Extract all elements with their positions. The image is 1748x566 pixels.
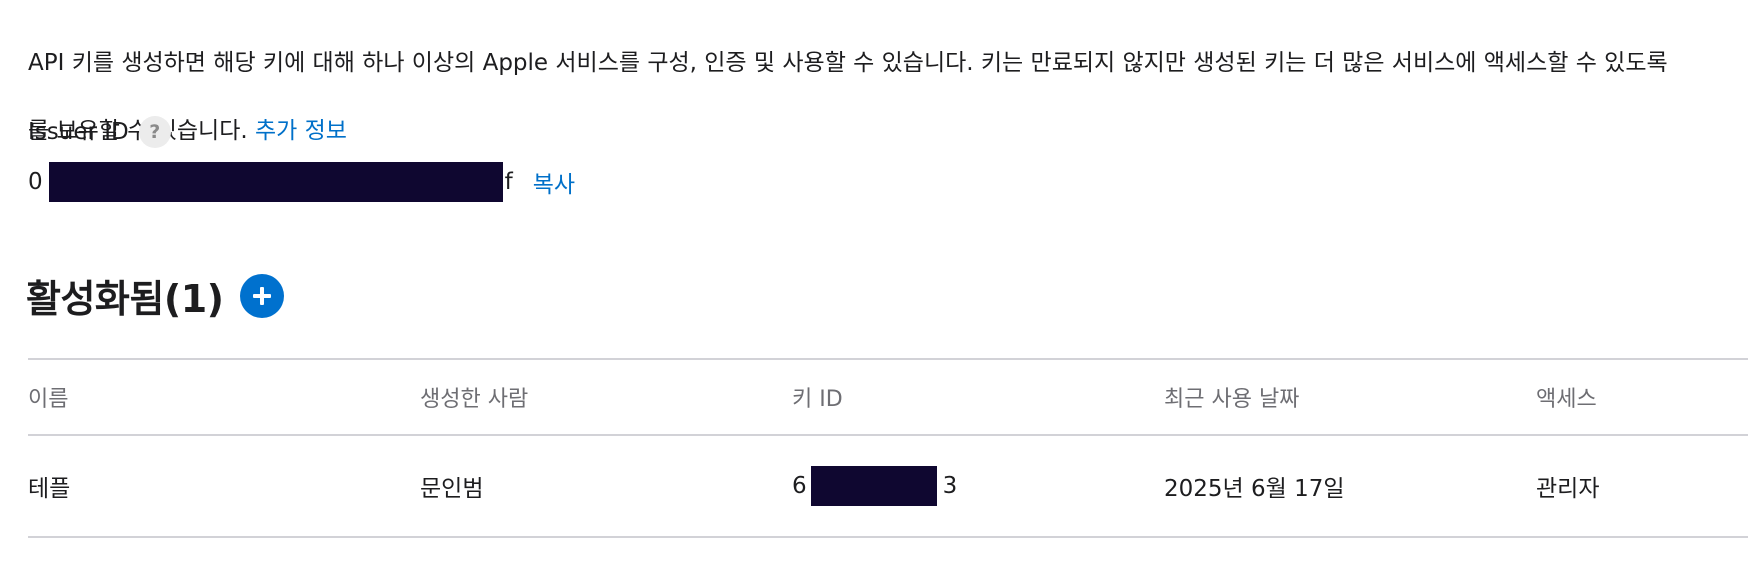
- description-line-2: 를 보유할 수 있습니다. 추가 정보: [28, 114, 1748, 148]
- key-creator: 문인범: [420, 476, 484, 502]
- issuer-id-suffix: f: [504, 169, 513, 195]
- table-row[interactable]: 테플 문인범 6 3 2025년 6월 17일 관리자: [28, 436, 1748, 536]
- column-header-access[interactable]: 액세스: [1536, 381, 1597, 413]
- table-bottom-divider: [28, 536, 1748, 538]
- column-header-created-by[interactable]: 생성한 사람: [420, 381, 528, 413]
- table-header: 이름 생성한 사람 키 ID 최근 사용 날짜 액세스: [28, 360, 1748, 434]
- issuer-id-label: Issuer ID: [28, 119, 129, 145]
- key-access: 관리자: [1536, 476, 1600, 502]
- column-header-key-id[interactable]: 키 ID: [792, 381, 843, 413]
- more-info-link[interactable]: 추가 정보: [255, 118, 347, 144]
- api-keys-page: API 키를 생성하면 해당 키에 대해 하나 이상의 Apple 서비스를 구…: [0, 0, 1748, 566]
- redacted-key-id: [810, 466, 937, 506]
- active-keys-header: 활성화됨(1): [26, 268, 284, 323]
- column-header-last-used[interactable]: 최근 사용 날짜: [1164, 381, 1299, 413]
- help-icon[interactable]: ?: [138, 116, 171, 148]
- issuer-id-value: 0 f 복사: [28, 162, 575, 202]
- api-key-description: API 키를 생성하면 해당 키에 대해 하나 이상의 Apple 서비스를 구…: [28, 12, 1748, 182]
- column-header-name[interactable]: 이름: [28, 381, 68, 413]
- key-id: 6 3: [792, 466, 957, 506]
- add-key-button[interactable]: [239, 273, 284, 318]
- key-id-prefix: 6: [792, 473, 807, 499]
- plus-icon: [252, 286, 271, 305]
- active-keys-title: 활성화됨(1): [26, 277, 224, 321]
- key-last-used: 2025년 6월 17일: [1164, 476, 1345, 502]
- key-name[interactable]: 테플: [28, 469, 70, 503]
- copy-button[interactable]: 복사: [533, 165, 575, 199]
- description-line-1: API 키를 생성하면 해당 키에 대해 하나 이상의 Apple 서비스를 구…: [28, 50, 1668, 76]
- key-id-suffix: 3: [942, 473, 958, 499]
- issuer-id-header: Issuer ID ?: [28, 116, 171, 148]
- redacted-issuer-id: [48, 162, 503, 202]
- issuer-id-prefix: 0: [28, 169, 43, 195]
